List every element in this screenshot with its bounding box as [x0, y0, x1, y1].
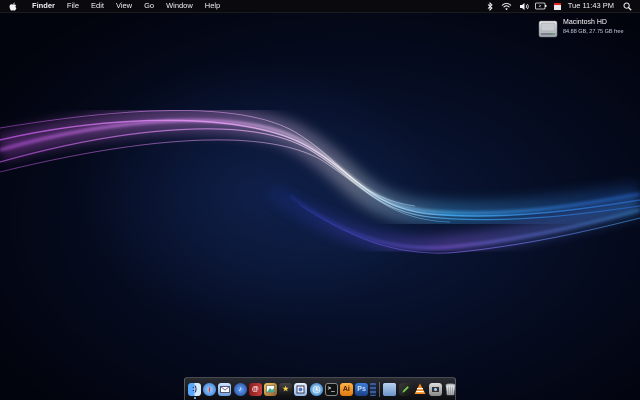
folder-icon[interactable]: [383, 382, 397, 396]
screen-capture-icon[interactable]: [429, 382, 442, 396]
macintosh-hd-desktop-icon[interactable]: Macintosh HD 84.88 GB, 27.75 GB free: [537, 14, 637, 54]
spotlight-icon[interactable]: [620, 0, 634, 12]
menu-edit[interactable]: Edit: [85, 0, 110, 12]
wallpaper-light-waves: [0, 106, 640, 255]
hard-drive-icon: [538, 20, 558, 38]
safari-icon[interactable]: [203, 382, 217, 396]
preview-icon[interactable]: [294, 382, 308, 396]
world-clock-icon[interactable]: [309, 382, 323, 396]
address-book-icon[interactable]: @: [248, 382, 262, 396]
menu-app-name[interactable]: Finder: [26, 0, 61, 12]
dock: :) ♪ @ ★ >_ Ai Ps: [184, 377, 456, 400]
menu-go[interactable]: Go: [138, 0, 160, 12]
finder-icon[interactable]: :): [188, 382, 201, 396]
itunes-icon[interactable]: ♪: [233, 382, 247, 396]
finder-running-indicator: [194, 397, 196, 399]
trash-icon[interactable]: [444, 382, 457, 396]
iphoto-icon[interactable]: [263, 382, 277, 396]
dashboard-icon[interactable]: [370, 382, 377, 396]
mail-icon[interactable]: [218, 382, 232, 396]
volume-icon[interactable]: [517, 0, 531, 12]
menu-clock[interactable]: Tue 11:43 PM: [568, 0, 614, 12]
desktop[interactable]: [0, 0, 640, 400]
photoshop-icon[interactable]: Ps: [355, 382, 369, 396]
illustrator-icon[interactable]: Ai: [339, 382, 353, 396]
dock-separator: [379, 381, 381, 397]
hd-name-label: Macintosh HD: [563, 19, 607, 26]
menu-file[interactable]: File: [61, 0, 85, 12]
menu-help[interactable]: Help: [199, 0, 226, 12]
menu-bar: Finder File Edit View Go Window Help Tue…: [0, 0, 640, 13]
pencil-icon[interactable]: [398, 382, 412, 396]
battery-icon[interactable]: [534, 0, 548, 12]
calendar-icon[interactable]: [551, 0, 565, 12]
menu-window[interactable]: Window: [160, 0, 199, 12]
menu-view[interactable]: View: [110, 0, 138, 12]
terminal-icon[interactable]: >_: [324, 382, 338, 396]
vlc-icon[interactable]: [414, 383, 427, 396]
hd-capacity-label: 84.88 GB, 27.75 GB free: [563, 29, 624, 35]
apple-menu-icon[interactable]: [6, 1, 20, 11]
bluetooth-icon[interactable]: [483, 0, 497, 12]
wifi-icon[interactable]: [500, 0, 514, 12]
imovie-icon[interactable]: ★: [279, 382, 293, 396]
